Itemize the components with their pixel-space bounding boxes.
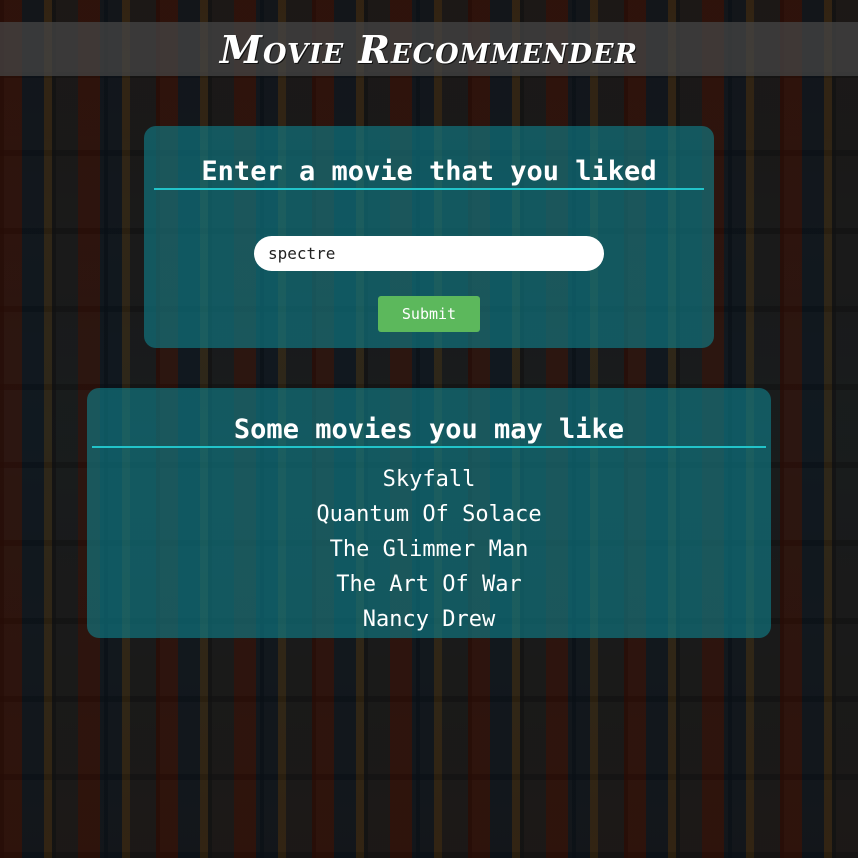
movie-search-input[interactable] — [254, 236, 604, 271]
input-card-heading: Enter a movie that you liked — [201, 156, 657, 187]
recommendation-list: Skyfall Quantum Of Solace The Glimmer Ma… — [87, 462, 771, 637]
input-heading-divider — [154, 188, 704, 190]
page-title: Movie Recommender — [219, 26, 639, 72]
results-card-heading: Some movies you may like — [233, 414, 625, 445]
recommendation-item: Skyfall — [382, 467, 476, 492]
results-heading-divider — [92, 446, 766, 448]
recommendation-item: Quantum Of Solace — [316, 502, 542, 527]
recommendations-card: Some movies you may like Skyfall Quantum… — [87, 388, 771, 638]
recommendation-item: The Glimmer Man — [329, 537, 529, 562]
title-bar: Movie Recommender — [0, 22, 858, 76]
recommendation-item: The Art Of War — [336, 572, 522, 597]
recommendation-item: Nancy Drew — [362, 607, 496, 632]
submit-button[interactable]: Submit — [378, 296, 480, 332]
movie-input-card: Enter a movie that you liked Submit — [144, 126, 714, 348]
